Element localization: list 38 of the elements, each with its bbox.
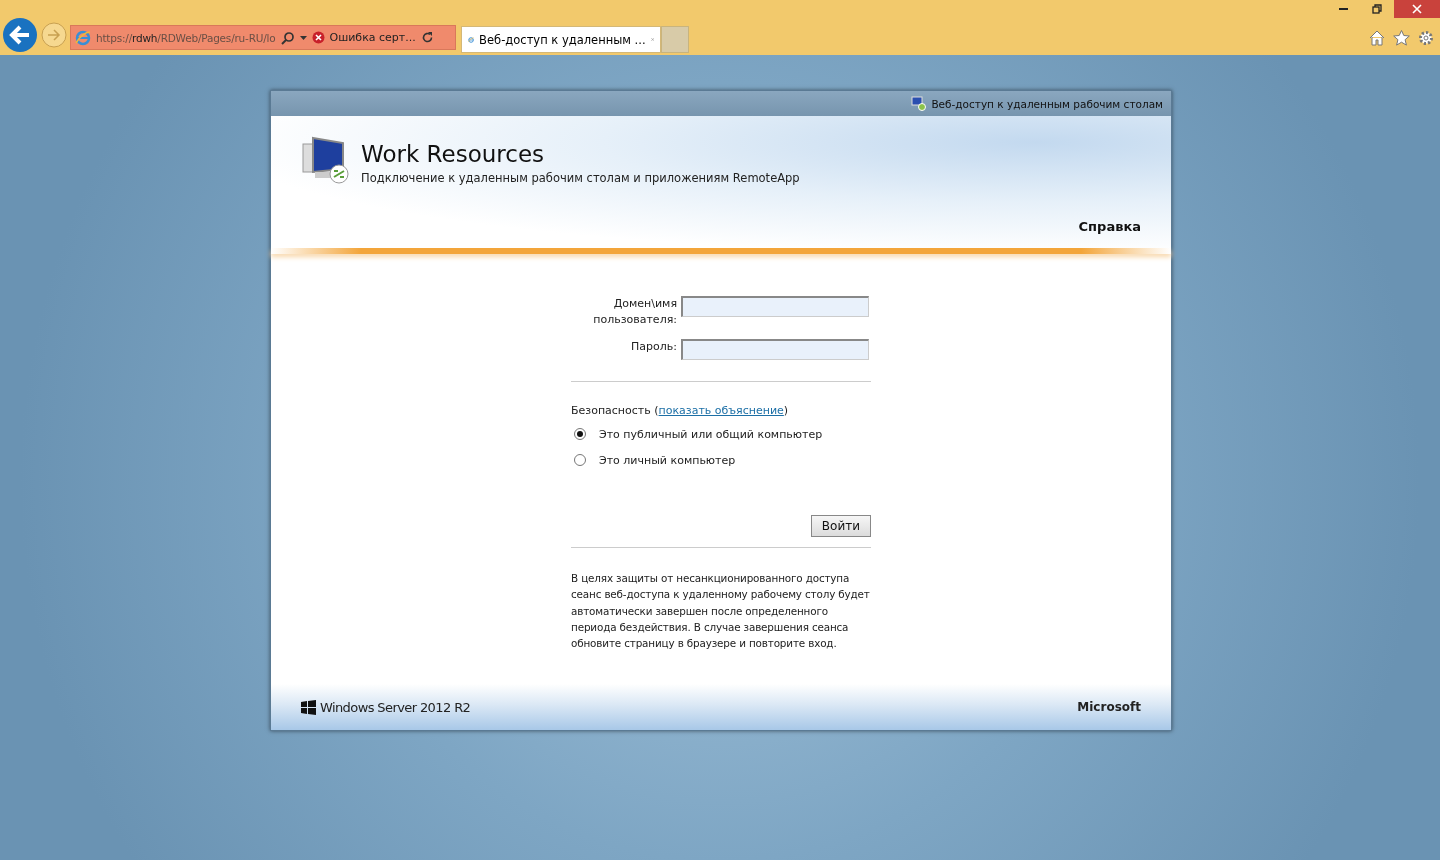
search-icon[interactable] xyxy=(280,30,295,45)
favorites-star-icon[interactable] xyxy=(1393,30,1410,46)
certificate-error-text[interactable]: Ошибка серт... xyxy=(329,31,416,44)
browser-tab[interactable]: Веб-доступ к удаленным ... xyxy=(461,26,661,53)
remote-desktop-icon xyxy=(301,136,351,186)
help-link[interactable]: Справка xyxy=(1078,219,1141,234)
radio-button[interactable] xyxy=(574,454,586,466)
close-icon[interactable] xyxy=(1412,4,1422,14)
url-text: https://rdwh/RDWeb/Pages/ru-RU/lo xyxy=(96,31,276,44)
session-notice: В целях защиты от несанкционированного доступа сеанс веб-доступа к удаленному рабочему столу будет автоматически завершен после определенного периода бездействия. В случае завершения сеанса обновите страницу в браузере и повторите вход. xyxy=(571,571,871,652)
browser-icon xyxy=(75,29,91,46)
page-title: Work Resources xyxy=(361,141,545,167)
sign-in-button[interactable]: Войти xyxy=(810,515,871,537)
field-label: Пароль: xyxy=(630,339,677,355)
radio-label[interactable]: Это личный компьютер xyxy=(599,453,736,467)
input-field[interactable] xyxy=(681,296,869,317)
explanation-link[interactable]: показать объяснение xyxy=(658,404,784,417)
security-label: Безопасность (показать объяснение) xyxy=(571,404,789,417)
settings-icon[interactable] xyxy=(1418,30,1434,46)
caret-icon[interactable] xyxy=(299,35,307,40)
top-bar-title: Веб-доступ к удаленным рабочим столам xyxy=(931,97,1163,110)
tab-title: Веб-доступ к удаленным ... xyxy=(479,32,646,47)
radio-button[interactable] xyxy=(574,428,586,440)
certificate-error-icon xyxy=(311,31,325,44)
windows-logo-icon xyxy=(301,699,316,715)
home-icon[interactable] xyxy=(1369,30,1385,46)
product-name: Windows Server 2012 R2 xyxy=(320,699,471,715)
minimize-icon[interactable] xyxy=(1338,8,1348,10)
field-label: Домен\имя пользователя: xyxy=(592,296,677,328)
page-subtitle: Подключение к удаленным рабочим столам и приложениям RemoteApp xyxy=(361,171,800,185)
back-button[interactable] xyxy=(2,17,38,53)
restore-icon[interactable] xyxy=(1372,4,1382,14)
vendor-logo: Microsoft xyxy=(1077,700,1141,714)
refresh-icon[interactable] xyxy=(420,31,434,44)
input-field[interactable] xyxy=(681,339,869,360)
remote-desktop-icon xyxy=(911,96,928,111)
radio-label[interactable]: Это публичный или общий компьютер xyxy=(599,427,823,441)
address-bar[interactable]: https://rdwh/RDWeb/Pages/ru-RU/lo Ошибка серт... xyxy=(70,25,456,50)
